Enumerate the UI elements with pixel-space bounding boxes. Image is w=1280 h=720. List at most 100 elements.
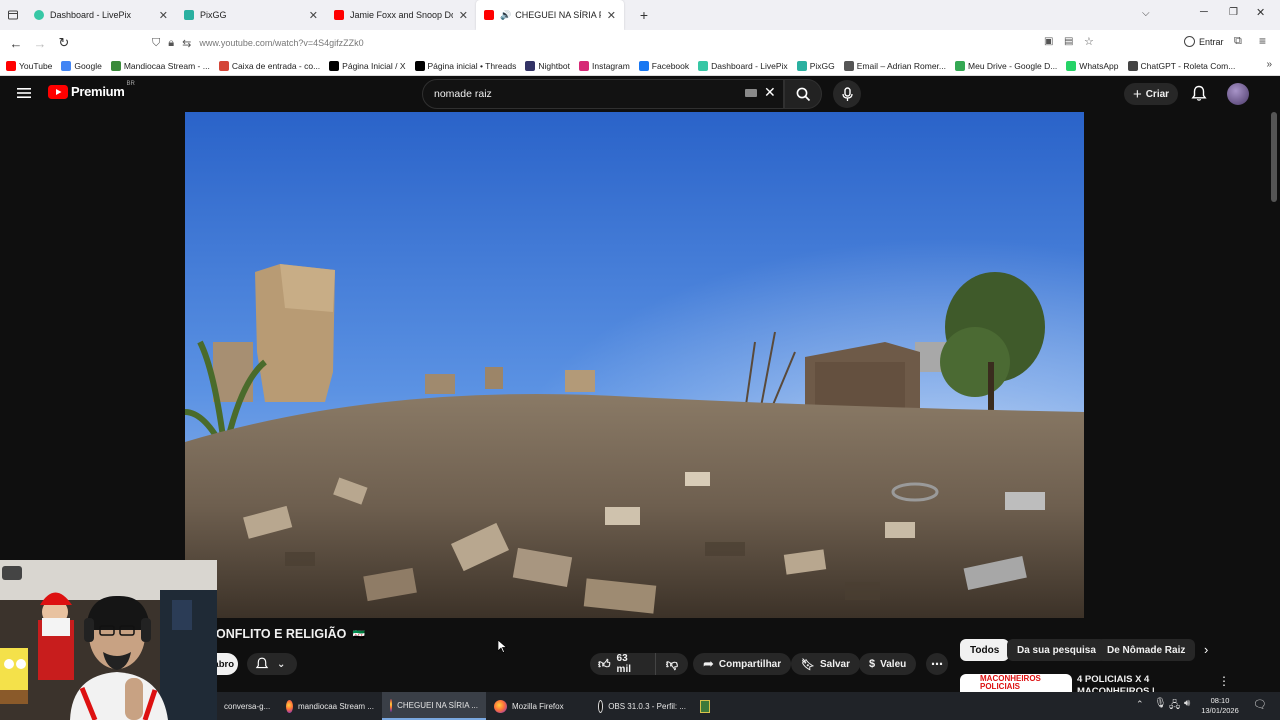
firefox-icon — [286, 699, 293, 713]
restore-icon[interactable]: ❐ — [1229, 7, 1238, 18]
shield-icon[interactable]: ⛉ — [152, 37, 160, 50]
browser-tab-jamie-foxx[interactable]: Jamie Foxx and Snoop Dogg - F ✕ — [326, 0, 476, 30]
bookmark-item[interactable]: Meu Drive - Google D... — [955, 60, 1057, 71]
bookmark-item[interactable]: Facebook — [638, 60, 689, 71]
bookmark-item[interactable]: PixGG — [796, 60, 835, 71]
tray-mic-icon[interactable]: 🎙︎ — [1154, 698, 1167, 709]
new-tab-button[interactable]: + — [632, 4, 656, 26]
youtube-icon — [484, 10, 494, 20]
like-button[interactable]: 👍︎ 63 mil — [590, 653, 656, 675]
bookmark-item[interactable]: WhatsApp — [1066, 60, 1119, 71]
bookmark-label: Google — [74, 60, 102, 71]
notification-center-icon[interactable]: 🗨︎ — [1253, 698, 1267, 711]
signin-button[interactable]: Entrar — [1184, 36, 1224, 47]
window-close-icon[interactable]: ✕ — [1256, 6, 1265, 19]
browser-tab-pixgg[interactable]: PixGG ✕ — [176, 0, 326, 30]
scrollbar-thumb[interactable] — [1271, 112, 1277, 202]
taskbar-item[interactable]: OBS 31.0.3 - Perfil: ... — [590, 692, 694, 720]
reader-icon[interactable]: ▤ — [1064, 36, 1073, 47]
chips-next-icon[interactable]: › — [1204, 642, 1208, 657]
bookmark-star-icon[interactable]: ☆ — [1084, 35, 1094, 48]
bookmark-item[interactable]: Nightbot — [525, 60, 570, 71]
video-player[interactable] — [185, 112, 1084, 618]
keyboard-icon[interactable] — [745, 89, 757, 97]
back-icon[interactable]: ← — [4, 32, 28, 54]
bookmark-item[interactable]: Dashboard - LivePix — [698, 60, 788, 71]
bookmark-favicon-icon — [329, 60, 340, 71]
close-icon[interactable]: ✕ — [159, 9, 168, 22]
tray-volume-icon[interactable]: 🔊︎ — [1184, 698, 1190, 709]
close-icon[interactable]: ✕ — [459, 9, 468, 22]
tab-list-icon[interactable] — [0, 4, 26, 26]
url-text: www.youtube.com/watch?v=4S4gifzZZk0 — [199, 38, 364, 48]
recommended-more-icon[interactable]: ⋮ — [1218, 674, 1230, 688]
thanks-button[interactable]: $ Valeu — [859, 653, 917, 675]
bookmark-item[interactable]: Página inicial • Threads — [414, 60, 516, 71]
youtube-logo-icon — [48, 84, 68, 99]
browser-tab-strip: Dashboard - LivePix ✕ PixGG ✕ Jamie Foxx… — [0, 0, 1280, 30]
browser-tab-active[interactable]: 🔊 CHEGUEI NA SÍRIA PAÍS DE ✕ — [476, 0, 624, 30]
search-input[interactable]: nomade raiz ✕ — [422, 79, 784, 109]
address-bar[interactable]: ⛉ 🔒︎ ⇆ www.youtube.com/watch?v=4S4gifzZZ… — [152, 33, 1102, 53]
bookmark-label: Caixa de entrada - co... — [231, 60, 321, 71]
dislike-button[interactable]: 👎︎ — [656, 653, 688, 675]
avatar[interactable] — [1227, 83, 1249, 105]
chip-from-search[interactable]: Da sua pesquisa — [1007, 639, 1106, 661]
bookmark-item[interactable]: Mandiocaa Stream - ... — [110, 60, 210, 71]
tray-chevron-icon[interactable]: ⌃ — [1136, 699, 1144, 710]
permissions-icon[interactable]: ⇆ — [182, 37, 191, 50]
page-scrollbar[interactable] — [1268, 112, 1280, 692]
tray-network-icon[interactable]: 🖧 — [1169, 698, 1180, 715]
picture-in-picture-icon[interactable]: ▣ — [1044, 36, 1053, 47]
share-button[interactable]: ➦ Compartilhar — [693, 653, 792, 675]
tab-title: PixGG — [200, 10, 227, 20]
youtube-premium-logo[interactable]: Premium BR — [48, 81, 135, 99]
bookmarks-overflow-icon[interactable]: » — [1266, 59, 1272, 70]
taskbar-item[interactable]: CHEGUEI NA SÍRIA ... — [382, 692, 486, 720]
bookmark-item[interactable]: Página Inicial / X — [329, 60, 406, 71]
bookmark-item[interactable]: YouTube — [6, 60, 53, 71]
speaker-icon[interactable]: 🔊 — [500, 10, 511, 21]
chevron-down-icon[interactable]: ⌵ — [1142, 8, 1150, 19]
more-actions-button[interactable]: ⋯ — [926, 653, 948, 675]
hamburger-menu-icon[interactable] — [16, 85, 32, 106]
bookmark-favicon-icon — [955, 60, 966, 71]
create-button[interactable]: + Criar — [1124, 83, 1178, 105]
lock-icon[interactable]: 🔒︎ — [168, 37, 174, 50]
close-icon[interactable]: ✕ — [607, 9, 616, 22]
bookmark-item[interactable]: Google — [61, 60, 102, 71]
bookmark-item[interactable]: Instagram — [579, 60, 630, 71]
streamer-webcam-image — [0, 560, 217, 720]
taskbar-item[interactable]: conversa-g... — [216, 692, 278, 720]
browser-tab-livepix[interactable]: Dashboard - LivePix ✕ — [26, 0, 176, 30]
menu-icon[interactable]: ≡ — [1259, 34, 1266, 48]
notifications-bell-icon[interactable] — [1191, 85, 1207, 107]
bookmark-item[interactable]: Caixa de entrada - co... — [218, 60, 321, 71]
minimize-icon[interactable]: ─ — [1200, 6, 1208, 18]
taskbar-item[interactable]: Mozilla Firefox — [486, 692, 590, 720]
recommended-thumbnail[interactable]: MACONHEIROS POLICIAIS — [960, 674, 1072, 694]
taskbar-item-label: mandiocaa Stream ... — [297, 701, 374, 711]
super-thanks-icon: $ — [869, 658, 876, 670]
notifications-pill[interactable]: ⌄ — [247, 653, 297, 675]
subscribe-button[interactable]: abro — [213, 653, 238, 675]
app-book-icon[interactable] — [694, 692, 720, 720]
tray-clock[interactable]: 08:10 13/01/2026 — [1200, 696, 1240, 716]
bookmark-favicon-icon — [579, 60, 589, 71]
close-icon[interactable]: ✕ — [309, 9, 318, 22]
chip-all[interactable]: Todos — [960, 639, 1010, 661]
search-button[interactable] — [784, 79, 822, 109]
voice-search-button[interactable] — [833, 80, 861, 108]
bookmark-item[interactable]: Email – Adrian Romer... — [843, 60, 946, 71]
reload-icon[interactable]: ↻ — [52, 32, 76, 54]
save-button[interactable]: 🔖︎ Salvar — [791, 653, 860, 675]
bookmark-icon: 🔖︎ — [801, 658, 815, 671]
extensions-icon[interactable]: ⧉ — [1234, 35, 1242, 48]
chip-from-channel[interactable]: De Nômade Raiz — [1097, 639, 1196, 661]
bookmarks-toolbar: YouTube Google Mandiocaa Stream - ... Caixa… — [0, 56, 1280, 76]
taskbar-item[interactable]: mandiocaa Stream ... — [278, 692, 382, 720]
clear-search-icon[interactable]: ✕ — [764, 84, 776, 101]
forward-icon[interactable]: → — [28, 32, 52, 54]
bookmark-item[interactable]: ChatGPT - Roleta Com... — [1127, 60, 1235, 71]
bookmark-label: YouTube — [19, 60, 53, 71]
